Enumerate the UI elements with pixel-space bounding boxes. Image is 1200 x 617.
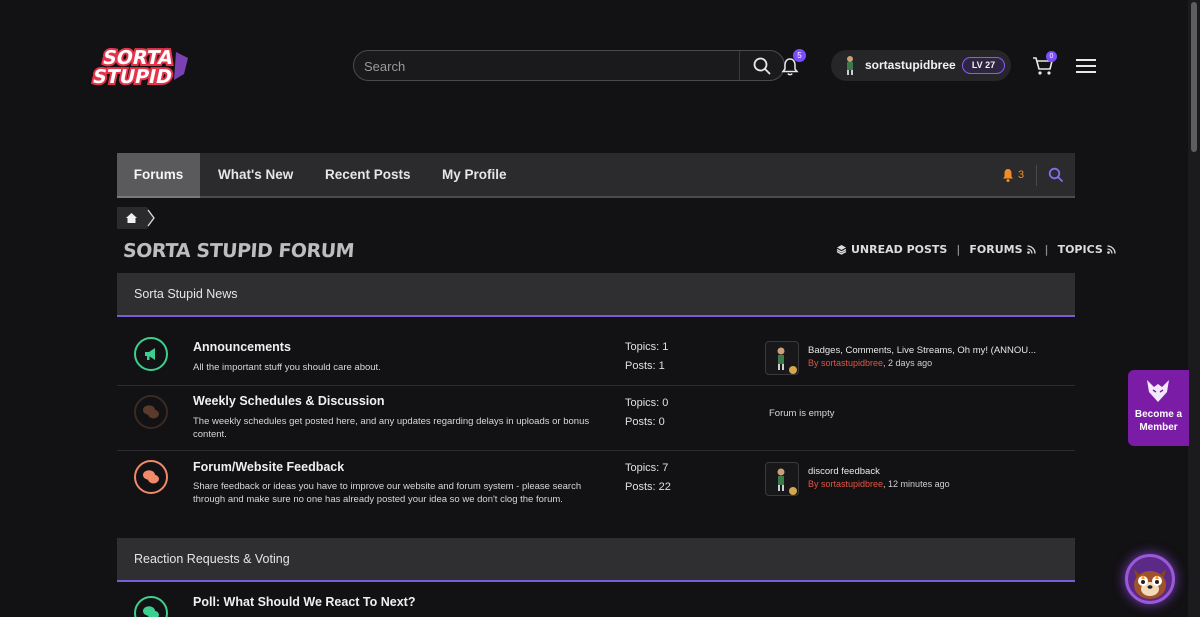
- topics-rss-link[interactable]: TOPICS: [1058, 243, 1116, 256]
- breadcrumb: [117, 207, 159, 229]
- forum-navbar: Forums What's New Recent Posts My Profil…: [117, 153, 1075, 198]
- avatar[interactable]: [765, 462, 799, 496]
- avatar: [847, 56, 853, 75]
- forum-empty-text: Forum is empty: [769, 408, 835, 419]
- forum-title[interactable]: Announcements: [193, 340, 291, 354]
- forum-title[interactable]: Forum/Website Feedback: [193, 460, 344, 474]
- alerts-button[interactable]: 3: [1001, 167, 1024, 183]
- chat-bubbles-icon: [134, 460, 168, 494]
- forum-stats: Topics: 7 Posts: 22: [625, 459, 671, 497]
- last-post-time: , 12 minutes ago: [883, 479, 950, 489]
- topics-count: Topics: 0: [625, 397, 669, 409]
- forum-title[interactable]: Weekly Schedules & Discussion: [193, 394, 385, 408]
- fox-mascot-icon: [1147, 380, 1169, 402]
- forum-title[interactable]: Poll: What Should We React To Next?: [193, 595, 415, 609]
- notifications-button[interactable]: 5: [778, 49, 806, 78]
- tab-my-profile[interactable]: My Profile: [442, 153, 507, 198]
- last-post-meta: By sortastupidbree, 2 days ago: [808, 358, 932, 368]
- cart-count-badge: 0: [1046, 51, 1057, 62]
- page-title: SORTA STUPID FORUM: [122, 240, 355, 262]
- logo-word-2: STUPID: [91, 65, 175, 88]
- layers-icon: [836, 245, 847, 255]
- header-search: [353, 50, 785, 81]
- rss-icon: [1106, 245, 1116, 254]
- forum-row-weekly-schedules: Weekly Schedules & Discussion The weekly…: [117, 386, 1075, 451]
- posts-count: Posts: 22: [625, 481, 671, 493]
- last-post-author[interactable]: By sortastupidbree: [808, 479, 883, 489]
- username: sortastupidbree: [865, 58, 956, 72]
- forum-quick-links: UNREAD POSTS | FORUMS | TOPICS: [836, 243, 1116, 256]
- forums-link-label: FORUMS: [969, 243, 1023, 256]
- user-menu[interactable]: sortastupidbree LV 27: [831, 50, 1011, 81]
- scrollbar-thumb[interactable]: [1191, 2, 1197, 152]
- topics-count: Topics: 7: [625, 462, 669, 474]
- last-post-author[interactable]: By sortastupidbree: [808, 358, 883, 368]
- become-member-button[interactable]: Become a Member: [1128, 370, 1189, 446]
- page-scrollbar[interactable]: [1188, 0, 1200, 617]
- tab-forums[interactable]: Forums: [117, 153, 200, 198]
- forum-stats: Topics: 1 Posts: 1: [625, 338, 668, 376]
- level-badge: LV 27: [962, 57, 1005, 74]
- forum-description: All the important stuff you should care …: [193, 362, 381, 373]
- section-header[interactable]: Reaction Requests & Voting: [117, 538, 1075, 582]
- last-post-time: , 2 days ago: [883, 358, 933, 368]
- last-post-meta: By sortastupidbree, 12 minutes ago: [808, 479, 950, 489]
- chat-bubbles-icon: [134, 395, 168, 429]
- unread-posts-link[interactable]: UNREAD POSTS: [836, 243, 947, 256]
- forum-description: The weekly schedules get posted here, an…: [193, 416, 590, 440]
- last-post-title[interactable]: Badges, Comments, Live Streams, Oh my! (…: [808, 345, 1036, 356]
- become-member-label: Become a Member: [1134, 409, 1183, 433]
- site-logo[interactable]: SORTA STUPID: [88, 44, 192, 90]
- search-icon: [753, 57, 771, 74]
- hamburger-icon: [1076, 59, 1096, 73]
- topics-link-label: TOPICS: [1057, 243, 1103, 256]
- tab-whats-new[interactable]: What's New: [218, 153, 293, 198]
- mascot-avatar-icon: [1134, 569, 1166, 599]
- alerts-count: 3: [1018, 169, 1025, 181]
- chat-bubbles-icon: [134, 596, 168, 617]
- forum-search-icon[interactable]: [1048, 167, 1064, 183]
- avatar[interactable]: [765, 341, 799, 375]
- forum-description: Share feedback or ideas you have to impr…: [193, 481, 582, 505]
- cart-button[interactable]: 0: [1032, 51, 1057, 77]
- forum-row-announcements: Announcements All the important stuff yo…: [117, 319, 1075, 386]
- quick-links-separator: |: [956, 243, 961, 256]
- forum-stats: Topics: 0 Posts: 0: [625, 394, 668, 432]
- quick-links-separator: |: [1044, 243, 1049, 256]
- forums-rss-link[interactable]: FORUMS: [969, 243, 1036, 256]
- topics-count: Topics: 1: [625, 341, 669, 353]
- tab-recent-posts[interactable]: Recent Posts: [325, 153, 411, 198]
- last-post-title[interactable]: discord feedback: [808, 466, 880, 477]
- rss-icon: [1026, 245, 1036, 254]
- posts-count: Posts: 1: [625, 360, 665, 372]
- bell-icon: [1003, 168, 1013, 182]
- notifications-count-badge: 5: [793, 49, 806, 62]
- breadcrumb-home[interactable]: [117, 207, 159, 229]
- forum-row-feedback: Forum/Website Feedback Share feedback or…: [117, 451, 1075, 521]
- search-input[interactable]: [364, 55, 734, 77]
- forum-row-poll: Poll: What Should We React To Next?: [117, 584, 1075, 617]
- posts-count: Posts: 0: [625, 416, 665, 428]
- section-header[interactable]: Sorta Stupid News: [117, 273, 1075, 317]
- hamburger-menu-button[interactable]: [1076, 58, 1096, 74]
- nav-divider: [1036, 165, 1037, 186]
- unread-posts-label: UNREAD POSTS: [851, 243, 948, 256]
- chat-widget-button[interactable]: [1125, 554, 1175, 604]
- megaphone-icon: [134, 337, 168, 371]
